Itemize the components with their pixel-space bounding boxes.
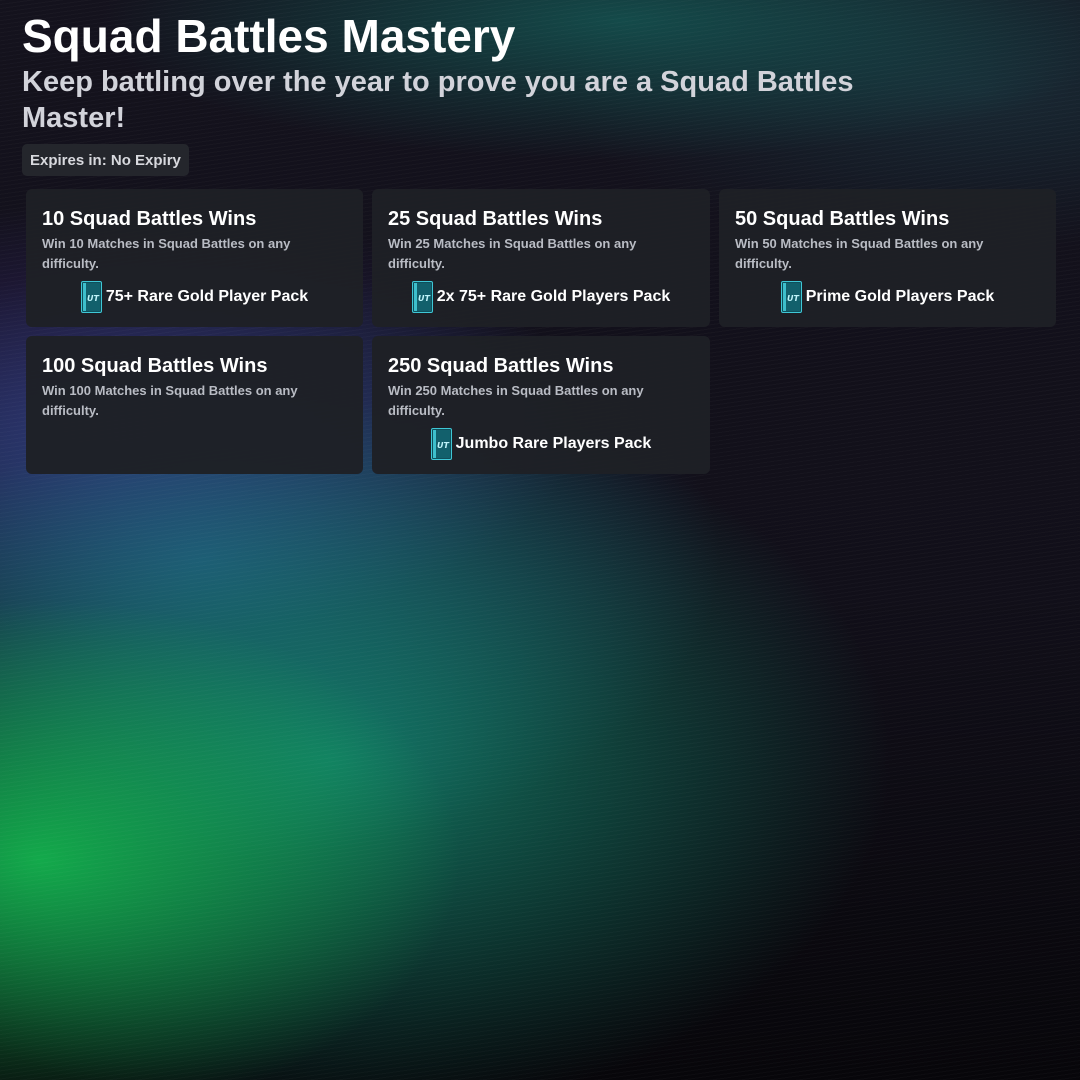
page-subtitle: Keep battling over the year to prove you… [22,66,854,134]
objectives-grid: 10 Squad Battles Wins Win 10 Matches in … [26,189,1058,474]
objective-title: 50 Squad Battles Wins [735,208,950,230]
objective-description: Win 50 Matches in Squad Battles on any d… [735,236,984,271]
svg-text:UT: UT [787,294,799,303]
expiry-badge: Expires in: No Expiry [22,144,189,176]
ut-pack-icon: UT [430,428,452,460]
objective-title: 10 Squad Battles Wins [42,208,257,230]
objective-reward: UT 2x 75+ Rare Gold Players Pack [388,281,694,313]
page-content: Squad Battles Mastery Keep battling over… [0,0,1080,474]
svg-text:UT: UT [418,294,430,303]
page-title: Squad Battles Mastery [22,10,516,62]
reward-label: 75+ Rare Gold Player Pack [105,288,309,305]
reward-label: Jumbo Rare Players Pack [455,435,652,452]
objective-title: 25 Squad Battles Wins [388,208,603,230]
objective-description: Win 250 Matches in Squad Battles on any … [388,383,644,418]
ut-pack-icon: UT [80,281,102,313]
objective-title: 100 Squad Battles Wins [42,355,268,377]
objective-card-10-wins[interactable]: 10 Squad Battles Wins Win 10 Matches in … [26,189,363,327]
objective-title: 250 Squad Battles Wins [388,355,614,377]
objective-card-250-wins[interactable]: 250 Squad Battles Wins Win 250 Matches i… [372,336,710,474]
svg-text:UT: UT [87,294,99,303]
svg-text:UT: UT [437,441,449,450]
objective-card-50-wins[interactable]: 50 Squad Battles Wins Win 50 Matches in … [719,189,1056,327]
reward-label: 2x 75+ Rare Gold Players Pack [436,288,671,305]
objective-description: Win 100 Matches in Squad Battles on any … [42,383,298,418]
ut-pack-icon: UT [780,281,802,313]
objective-reward: UT 75+ Rare Gold Player Pack [42,281,347,313]
objective-reward: UT Prime Gold Players Pack [735,281,1040,313]
objective-reward: UT Jumbo Rare Players Pack [388,428,694,460]
objective-card-100-wins[interactable]: 100 Squad Battles Wins Win 100 Matches i… [26,336,363,474]
objective-description: Win 10 Matches in Squad Battles on any d… [42,236,291,271]
objective-card-25-wins[interactable]: 25 Squad Battles Wins Win 25 Matches in … [372,189,710,327]
reward-label: Prime Gold Players Pack [805,288,995,305]
objective-description: Win 25 Matches in Squad Battles on any d… [388,236,637,271]
ut-pack-icon: UT [411,281,433,313]
